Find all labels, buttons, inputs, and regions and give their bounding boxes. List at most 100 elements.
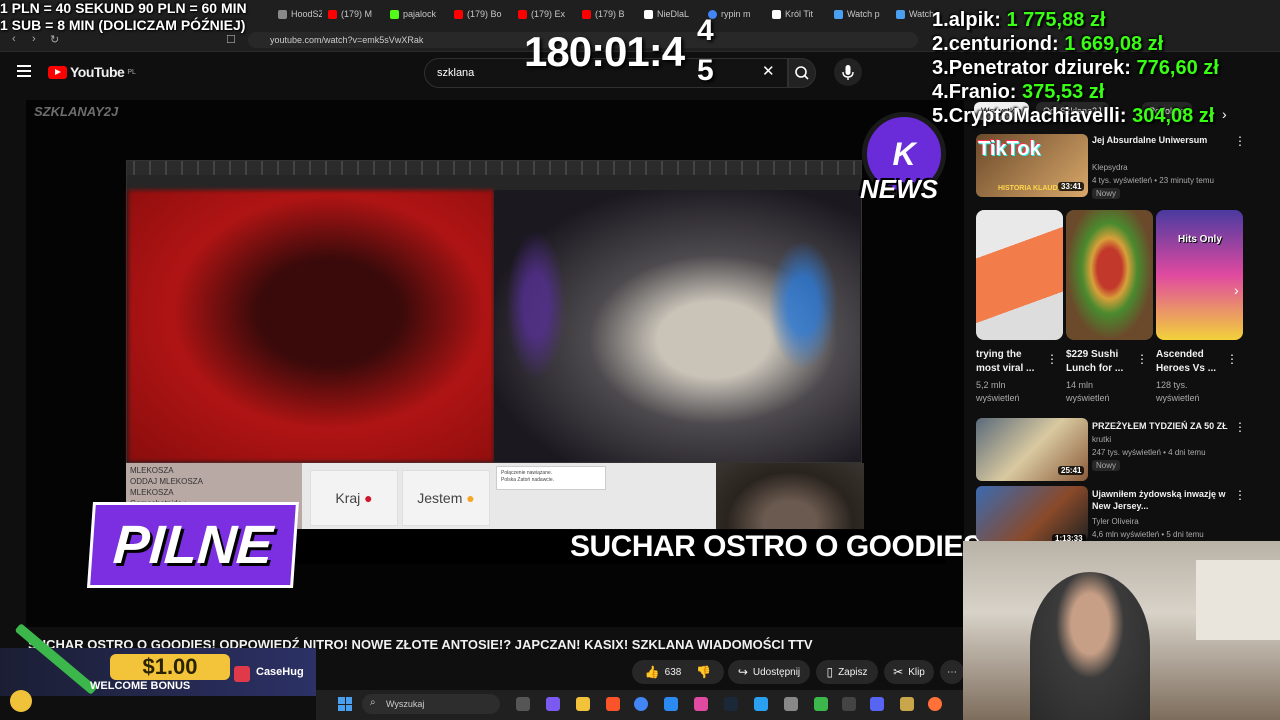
- browser-tab[interactable]: Watch: [896, 4, 936, 24]
- rank-name: Franio:: [948, 81, 1017, 103]
- youtube-icon: [582, 9, 591, 19]
- browser-tab[interactable]: NieDlaL: [644, 4, 694, 24]
- tab-label: Król Tit: [785, 9, 814, 19]
- new-badge: Nowy: [1092, 460, 1121, 471]
- browser-tab[interactable]: pajalock: [390, 4, 442, 24]
- voice-search-button[interactable]: [834, 58, 862, 86]
- windows-start-icon[interactable]: [338, 697, 352, 711]
- blue-light: [768, 240, 838, 370]
- brave-icon[interactable]: [606, 697, 620, 711]
- webcam-person: [1030, 572, 1150, 720]
- calculator-icon[interactable]: [784, 697, 798, 711]
- rank-name: centuriond:: [948, 33, 1059, 55]
- blurred-video-area: [128, 190, 494, 462]
- ranking-row: 4.Franio: 375,53 zł: [932, 80, 1219, 104]
- video-title[interactable]: PRZEŻYŁEM TYDZIEŃ ZA 50 ZŁ: [1092, 420, 1230, 432]
- task-view-icon[interactable]: [516, 697, 530, 711]
- like-button[interactable]: 👍 638 👎: [632, 660, 724, 684]
- more-vert-icon[interactable]: ⋮: [1234, 134, 1246, 148]
- kick-icon: [390, 9, 399, 19]
- browser-tab[interactable]: (179) Bo: [454, 4, 502, 24]
- bookmark-icon[interactable]: ☐: [226, 33, 236, 46]
- app-icon[interactable]: [664, 697, 678, 711]
- donation-rules-overlay: 1 PLN = 40 SEKUND 90 PLN = 60 MIN 1 SUB …: [0, 0, 247, 34]
- browser-tab[interactable]: (179) B: [582, 4, 630, 24]
- short-title[interactable]: Ascended Heroes Vs ...: [1156, 348, 1226, 376]
- video-channel[interactable]: Klepsydra: [1092, 162, 1128, 173]
- clip-button[interactable]: ✂ Klip: [884, 660, 934, 684]
- video-duration: 33:41: [1058, 182, 1085, 191]
- chevron-right-icon[interactable]: ›: [1222, 106, 1227, 122]
- browser-tab[interactable]: HoodSZ: [278, 4, 322, 24]
- thumbs-down-icon[interactable]: 👎: [696, 665, 711, 679]
- firefox-icon[interactable]: [928, 697, 942, 711]
- pilne-badge: PILNE: [86, 502, 300, 588]
- video-channel[interactable]: krutki: [1092, 434, 1111, 445]
- discord-icon[interactable]: [870, 697, 884, 711]
- chevron-right-icon[interactable]: ›: [1234, 282, 1239, 298]
- save-label: Zapisz: [838, 666, 868, 678]
- video-title[interactable]: Jej Absurdalne Uniwersum: [1092, 134, 1230, 146]
- forward-icon[interactable]: ›: [32, 33, 36, 45]
- app-icon[interactable]: [754, 697, 768, 711]
- ranking-row: 1.alpik: 1 775,88 zł: [932, 8, 1219, 32]
- youtube-icon: [518, 9, 527, 19]
- rules-line: 1 PLN = 40 SEKUND 90 PLN = 60 MIN: [0, 0, 247, 16]
- menu-icon[interactable]: [17, 65, 31, 77]
- reload-icon[interactable]: ↻: [50, 33, 59, 46]
- browser-tab[interactable]: Watch p: [834, 4, 884, 24]
- chat-line: MLEKOSZA: [130, 466, 174, 475]
- short-thumbnail[interactable]: [1066, 210, 1153, 340]
- chat-line: MLEKOSZA: [130, 488, 174, 497]
- app-icon[interactable]: [842, 697, 856, 711]
- browser-tab[interactable]: rypin m: [708, 4, 758, 24]
- file-explorer-icon[interactable]: [576, 697, 590, 711]
- search-icon: ⌕: [370, 697, 376, 708]
- back-icon[interactable]: ‹: [12, 33, 16, 45]
- steam-icon[interactable]: [724, 697, 738, 711]
- short-thumbnail[interactable]: [1156, 210, 1243, 340]
- save-button[interactable]: ▯ Zapisz: [816, 660, 878, 684]
- more-vert-icon[interactable]: ⋮: [1234, 488, 1246, 502]
- clear-icon[interactable]: ✕: [762, 62, 775, 80]
- video-title[interactable]: Ujawniłem żydowską inwazję w New Jersey.…: [1092, 488, 1230, 512]
- jestem-label: Jestem: [417, 490, 463, 506]
- video-meta: 4,6 mln wyświetleń • 5 dni temu: [1092, 530, 1204, 539]
- inner-tab-strip: [127, 161, 861, 175]
- short-title[interactable]: trying the most viral ...: [976, 348, 1046, 376]
- chat-line: ODDAJ MLEKOSZA: [130, 477, 203, 486]
- clip-label: Klip: [908, 666, 925, 678]
- youtube-icon: [454, 9, 463, 19]
- browser-tab[interactable]: (179) M: [328, 4, 376, 24]
- video-channel[interactable]: Tyler Oliveira: [1092, 516, 1139, 527]
- microphone-icon: [842, 65, 854, 80]
- app-icon[interactable]: [900, 697, 914, 711]
- kraj-label: Kraj: [335, 490, 361, 506]
- short-thumbnail-label: Hits Only: [1178, 234, 1222, 245]
- ad-bonus-text: WELCOME BONUS: [90, 680, 191, 692]
- share-button[interactable]: ↪ Udostępnij: [728, 660, 810, 684]
- short-thumbnail[interactable]: [976, 210, 1063, 340]
- video-thumbnail[interactable]: [976, 486, 1088, 541]
- youtube-logo[interactable]: YouTube PL: [48, 64, 136, 80]
- chrome-icon[interactable]: [634, 697, 648, 711]
- taskbar-search[interactable]: Wyszukaj: [362, 694, 500, 714]
- rank-amount: 776,60 zł: [1136, 57, 1219, 79]
- kraj-button: Kraj ●: [310, 470, 398, 526]
- search-button[interactable]: [788, 58, 816, 88]
- emoji-icon: ●: [466, 490, 475, 506]
- copilot-icon[interactable]: [546, 697, 560, 711]
- app-icon[interactable]: [814, 697, 828, 711]
- short-title[interactable]: $229 Sushi Lunch for ...: [1066, 348, 1136, 376]
- browser-tab[interactable]: (179) Ex: [518, 4, 566, 24]
- more-vert-icon[interactable]: ⋮: [1226, 352, 1238, 366]
- jestem-button: Jestem ●: [402, 470, 490, 526]
- more-vert-icon[interactable]: ⋮: [1234, 420, 1246, 434]
- app-icon[interactable]: [694, 697, 708, 711]
- browser-tab[interactable]: Król Tit: [772, 4, 822, 24]
- more-actions-button[interactable]: ⋯: [940, 660, 964, 684]
- more-vert-icon[interactable]: ⋮: [1046, 352, 1058, 366]
- purple-light: [506, 230, 566, 380]
- tab-label: (179) Ex: [531, 9, 566, 19]
- more-vert-icon[interactable]: ⋮: [1136, 352, 1148, 366]
